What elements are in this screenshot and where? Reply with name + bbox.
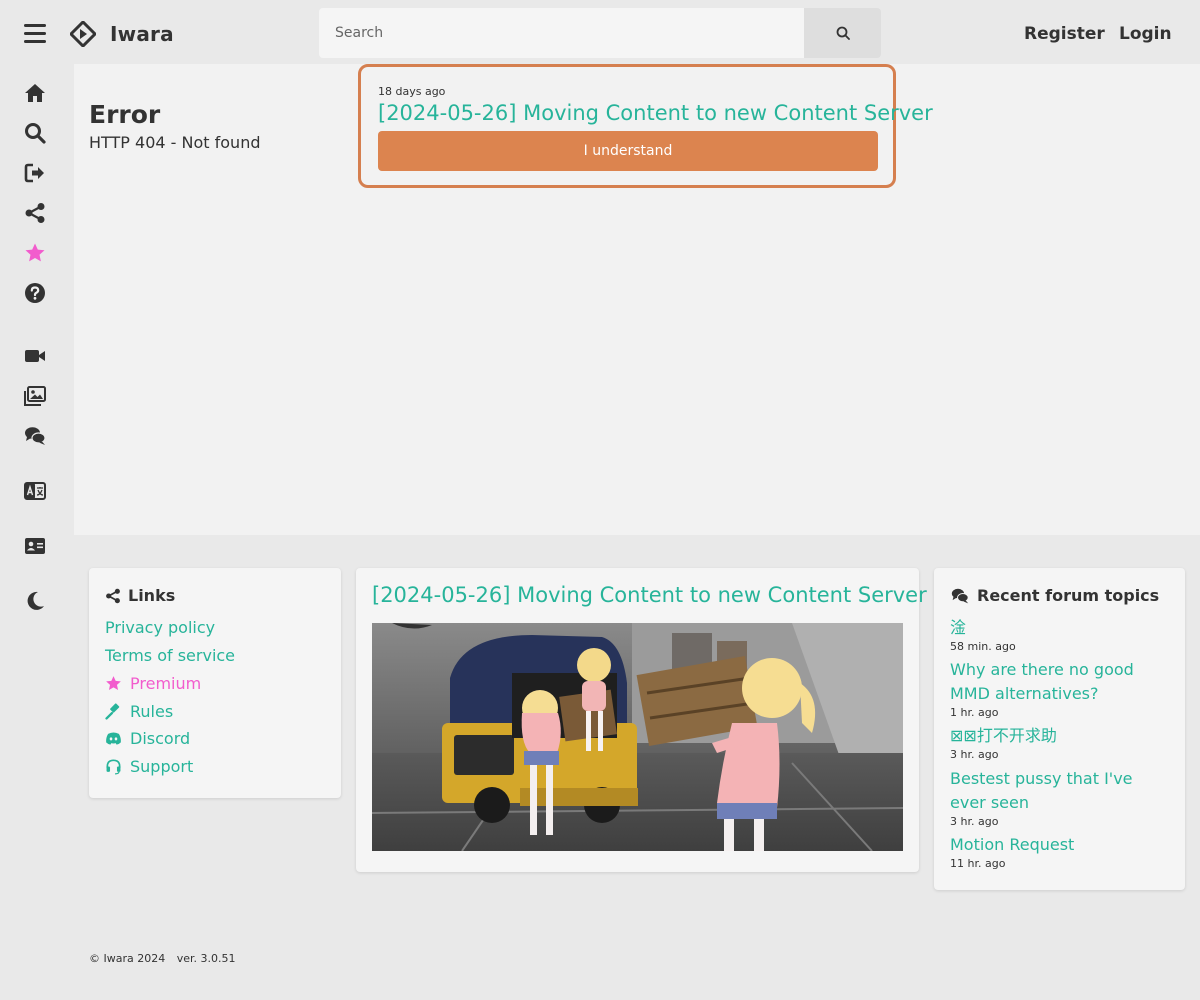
forum-topic-time: 11 hr. ago [950,857,1006,870]
recent-forum-topics-card: Recent forum topics 淦 58 min. ago Why ar… [934,568,1185,890]
search-icon [836,26,850,40]
forum-topic: Motion Request 11 hr. ago [950,833,1172,871]
id-card-icon[interactable] [23,534,47,558]
forum-topic: ⊠⊠打不开求助 3 hr. ago [950,724,1172,762]
discord-icon [106,732,121,745]
login-link[interactable]: Login [1119,24,1172,44]
star-icon [106,676,121,690]
error-title: Error [89,100,161,129]
menu-icon[interactable] [24,24,46,44]
forum-topic-title[interactable]: 淦 [950,616,1172,640]
link-label: Terms of service [105,646,236,665]
link-label: Rules [130,702,174,721]
comments-icon[interactable] [23,424,47,448]
search-button[interactable] [804,8,881,58]
header: Iwara Register Login [0,0,1200,68]
star-icon[interactable] [23,241,47,265]
version: ver. 3.0.51 [176,952,236,965]
moon-icon[interactable] [23,589,47,613]
discord-link[interactable]: Discord [105,729,190,748]
i-understand-button[interactable]: I understand [378,131,878,171]
video-icon[interactable] [23,344,47,368]
link-label: Privacy policy [105,618,216,637]
forum-topic-title[interactable]: ⊠⊠打不开求助 [950,724,1172,748]
gavel-icon [105,703,120,720]
forum-topic-time: 1 hr. ago [950,706,999,719]
post-thumbnail[interactable] [372,623,903,851]
forum-topic: Why are there no good MMD alternatives? … [950,658,1172,720]
search-input[interactable] [319,8,804,58]
forum-topic-title[interactable]: Motion Request [950,833,1172,857]
forum-heading-label: Recent forum topics [977,586,1160,605]
announcement-date: 18 days ago [378,85,446,98]
error-message: HTTP 404 - Not found [89,133,261,152]
language-icon[interactable] [23,479,47,503]
search-bar [319,8,881,58]
logo[interactable]: Iwara [70,21,174,47]
forum-topic-title[interactable]: Why are there no good MMD alternatives? [950,658,1172,706]
headset-icon [106,759,121,775]
comments-icon [951,588,969,603]
link-label: Premium [130,674,202,693]
premium-link[interactable]: Premium [105,674,201,693]
register-link[interactable]: Register [1024,24,1105,44]
share-icon[interactable] [23,201,47,225]
share-icon [106,588,120,603]
forum-topic-time: 58 min. ago [950,640,1016,653]
forum-topic-time: 3 hr. ago [950,748,999,761]
search-icon[interactable] [23,121,47,145]
home-icon[interactable] [23,81,47,105]
news-post-card: [2024-05-26] Moving Content to new Conte… [356,568,927,872]
app-name: Iwara [110,22,174,46]
announcement-title[interactable]: [2024-05-26] Moving Content to new Conte… [378,101,933,125]
announcement-banner: 18 days ago [2024-05-26] Moving Content … [358,64,933,188]
forum-topic: Bestest pussy that I've ever seen 3 hr. … [950,767,1172,829]
privacy-policy-link[interactable]: Privacy policy [105,618,215,637]
sidebar [0,68,74,628]
iwara-logo-icon [70,21,96,47]
links-heading: Links [105,586,175,605]
link-label: Support [130,757,194,776]
link-label: Discord [130,729,191,748]
post-title[interactable]: [2024-05-26] Moving Content to new Conte… [372,583,927,607]
sign-out-icon[interactable] [23,161,47,185]
footer: © Iwara 2024 ver. 3.0.51 [89,952,244,965]
forum-heading: Recent forum topics [950,586,1159,605]
links-card: Links Privacy policy Terms of service Pr… [89,568,341,798]
images-icon[interactable] [23,384,47,408]
support-link[interactable]: Support [105,757,193,776]
forum-topic-time: 3 hr. ago [950,815,999,828]
links-heading-label: Links [128,586,176,605]
forum-topic: 淦 58 min. ago [950,616,1172,654]
post-thumbnail-illustration [372,623,903,851]
copyright: © Iwara 2024 [89,952,166,965]
forum-topic-title[interactable]: Bestest pussy that I've ever seen [950,767,1172,815]
rules-link[interactable]: Rules [105,702,173,721]
terms-of-service-link[interactable]: Terms of service [105,646,235,665]
help-icon[interactable] [23,281,47,305]
